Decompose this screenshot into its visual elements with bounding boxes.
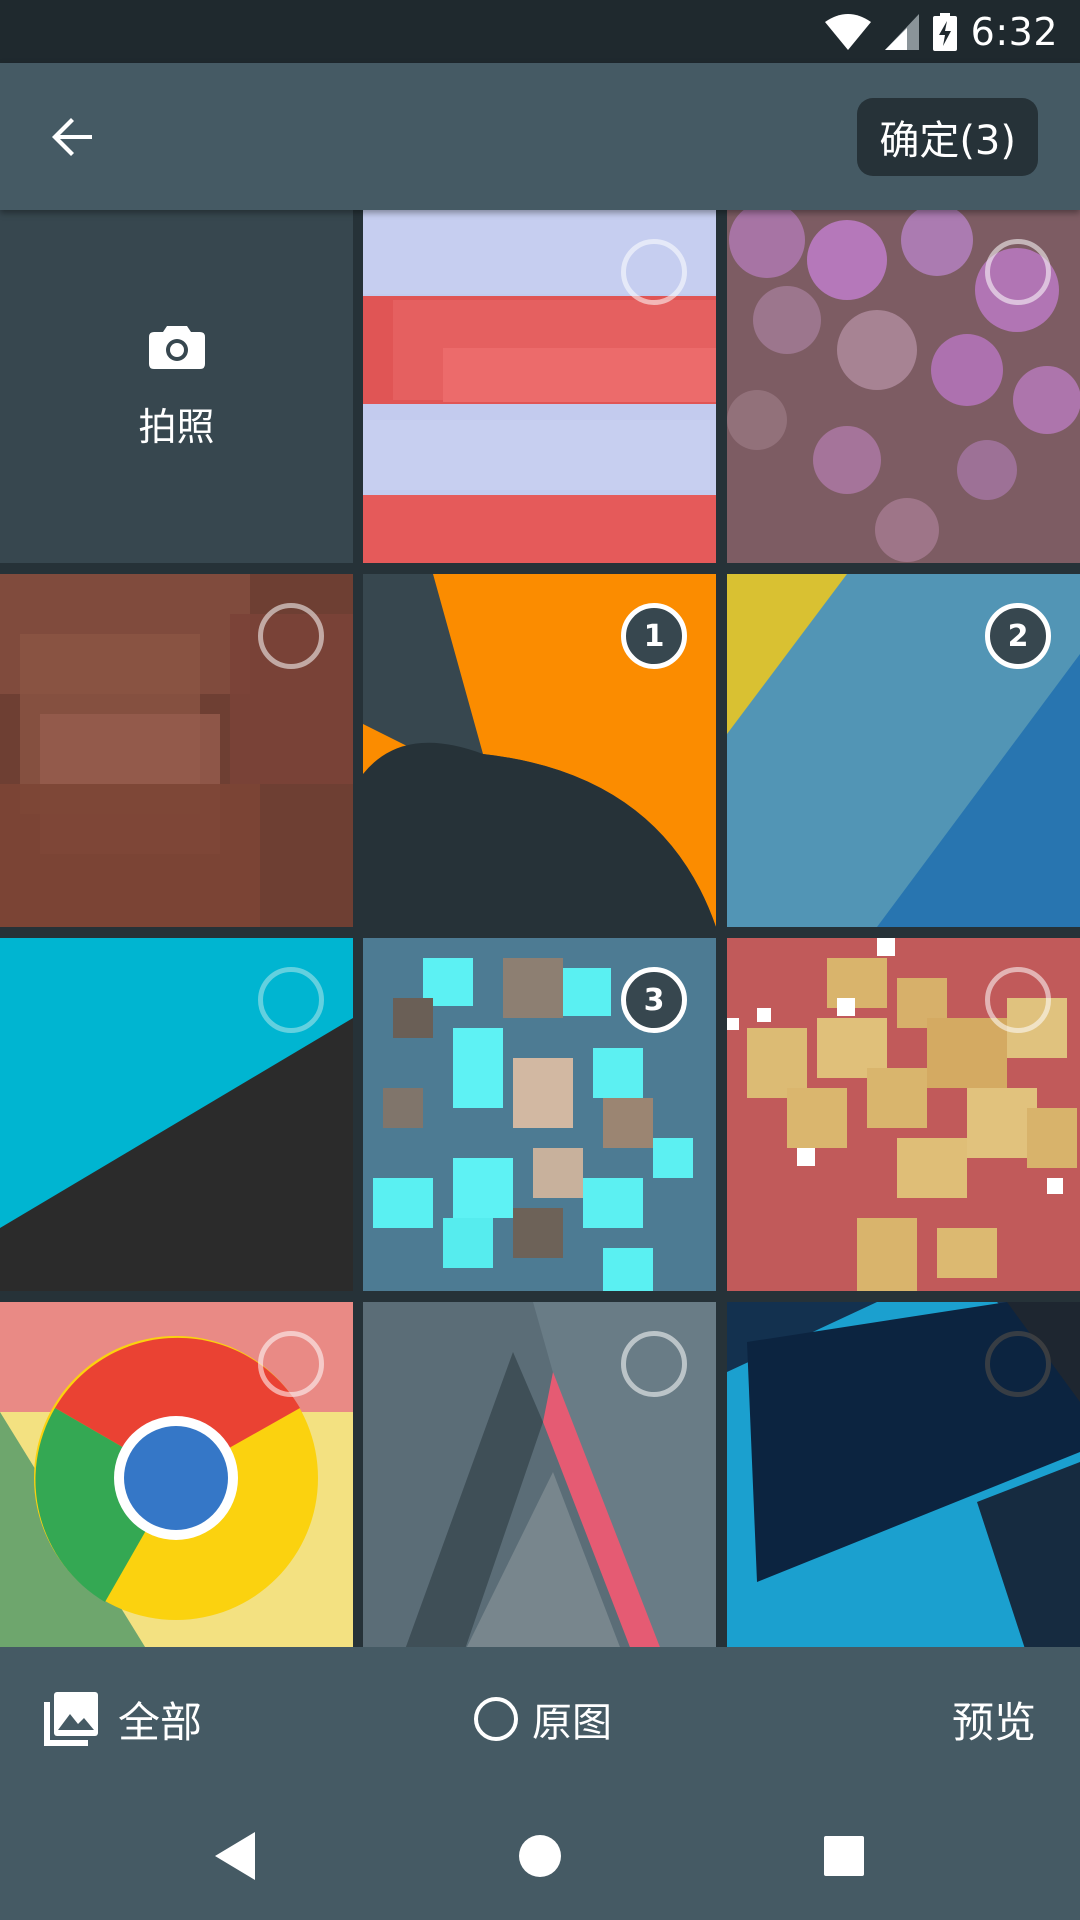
back-button[interactable] — [40, 105, 104, 169]
nav-home-button[interactable] — [506, 1822, 574, 1890]
arrow-left-icon — [52, 118, 92, 156]
status-icons: 6:32 — [824, 0, 1058, 63]
nav-recents-button[interactable] — [810, 1822, 878, 1890]
folder-selector-button[interactable]: 全部 — [44, 1687, 202, 1751]
status-time: 6:32 — [970, 9, 1058, 54]
selected-order-badge[interactable]: 2 — [985, 603, 1051, 669]
photo-thumbnail[interactable] — [727, 1302, 1080, 1647]
photo-thumbnail[interactable] — [363, 1302, 716, 1647]
original-image-toggle[interactable]: 原图 — [474, 1687, 612, 1751]
wifi-icon — [824, 13, 871, 50]
battery-charging-icon — [932, 12, 957, 51]
status-bar: 6:32 — [0, 0, 1080, 63]
image-grid: 拍照 1 2 3 — [0, 210, 1080, 1647]
select-circle[interactable] — [985, 239, 1051, 305]
selected-order-badge[interactable]: 3 — [621, 967, 687, 1033]
select-circle[interactable] — [621, 1331, 687, 1397]
photo-thumbnail[interactable] — [0, 574, 353, 927]
photo-thumbnail[interactable] — [0, 938, 353, 1291]
selected-order-badge[interactable]: 1 — [621, 603, 687, 669]
photo-thumbnail[interactable] — [363, 210, 716, 563]
photo-thumbnail[interactable]: 3 — [363, 938, 716, 1291]
photo-thumbnail[interactable]: 2 — [727, 574, 1080, 927]
photo-thumbnail[interactable] — [0, 1302, 353, 1647]
photo-thumbnail[interactable]: 1 — [363, 574, 716, 927]
select-circle[interactable] — [258, 967, 324, 1033]
select-circle[interactable] — [621, 239, 687, 305]
photo-thumbnail[interactable] — [727, 938, 1080, 1291]
camera-icon — [148, 326, 205, 369]
app-bar: 确定(3) — [0, 63, 1080, 210]
select-circle[interactable] — [258, 1331, 324, 1397]
select-circle[interactable] — [258, 603, 324, 669]
take-photo-tile[interactable]: 拍照 — [0, 210, 353, 563]
bottom-toolbar: 全部 原图 预览 — [0, 1647, 1080, 1792]
cell-signal-icon — [884, 13, 919, 50]
recents-square-icon — [824, 1836, 864, 1876]
select-circle[interactable] — [985, 967, 1051, 1033]
confirm-button[interactable]: 确定(3) — [857, 98, 1038, 176]
back-triangle-icon — [215, 1832, 255, 1880]
preview-button[interactable]: 预览 — [952, 1687, 1036, 1751]
nav-back-button[interactable] — [203, 1822, 271, 1890]
select-circle[interactable] — [985, 1331, 1051, 1397]
photo-library-icon — [44, 1692, 98, 1746]
folder-label: 全部 — [118, 1697, 203, 1747]
take-photo-label: 拍照 — [138, 405, 215, 449]
home-circle-icon — [519, 1835, 561, 1877]
system-nav-bar — [0, 1792, 1080, 1920]
original-label: 原图 — [532, 1700, 612, 1746]
radio-unchecked-icon — [474, 1697, 518, 1741]
photo-thumbnail[interactable] — [727, 210, 1080, 563]
